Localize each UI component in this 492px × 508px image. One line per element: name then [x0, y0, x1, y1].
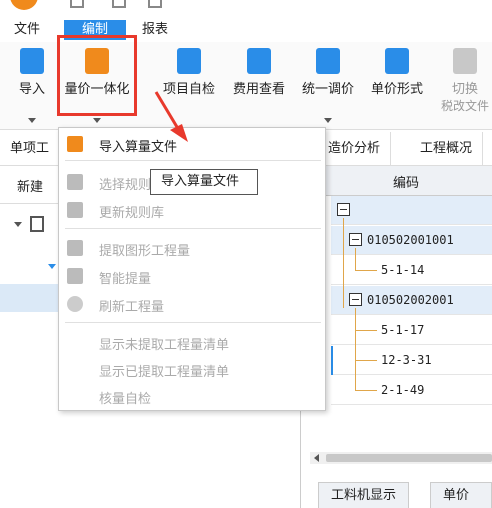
annotation-arrow — [154, 91, 188, 142]
arrow-shaft — [154, 91, 182, 133]
arrow-head — [170, 124, 188, 142]
